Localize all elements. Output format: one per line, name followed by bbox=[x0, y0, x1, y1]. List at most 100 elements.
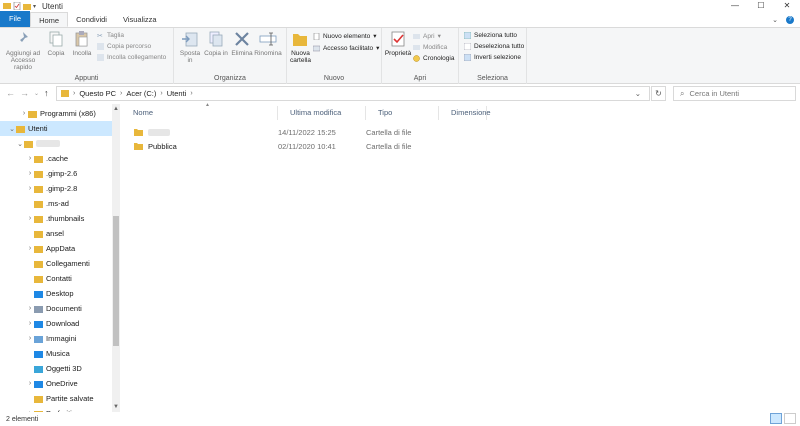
breadcrumb-this-pc[interactable]: Questo PC bbox=[79, 89, 116, 98]
file-row[interactable]: Pubblica 02/11/2020 10:41 Cartella di fi… bbox=[121, 139, 439, 153]
tree-item[interactable]: ansel bbox=[0, 226, 112, 241]
tree-item-label: Immagini bbox=[46, 334, 77, 343]
ribbon-collapse-icon[interactable]: ⌄ bbox=[772, 16, 778, 24]
group-clipboard: Aggiungi ad Accesso rapido Copia Incolla… bbox=[0, 28, 174, 84]
pictures-icon bbox=[34, 335, 43, 343]
tree-item[interactable]: ⌄ Utenti bbox=[0, 121, 112, 136]
select-none-button[interactable]: Deseleziona tutto bbox=[464, 43, 524, 50]
scroll-down-icon[interactable]: ▼ bbox=[112, 404, 120, 410]
tree-item[interactable]: › .gimp-2.6 bbox=[0, 166, 112, 181]
tree-item[interactable]: .ms-ad bbox=[0, 196, 112, 211]
expand-chevron-icon[interactable]: › bbox=[26, 170, 34, 177]
history-icon bbox=[413, 55, 420, 62]
tree-item[interactable]: › Immagini bbox=[0, 331, 112, 346]
select-all-button[interactable]: Seleziona tutto bbox=[464, 32, 524, 39]
cut-button[interactable]: ✂ Taglia bbox=[97, 32, 166, 40]
tab-share[interactable]: Condividi bbox=[68, 12, 115, 27]
search-placeholder: Cerca in Utenti bbox=[689, 89, 740, 98]
expand-chevron-icon[interactable]: › bbox=[26, 380, 34, 387]
expand-chevron-icon[interactable]: › bbox=[26, 155, 34, 162]
sidebar-scrollbar[interactable]: ▲ ▼ bbox=[112, 104, 120, 412]
tree-item[interactable]: › AppData bbox=[0, 241, 112, 256]
tree-item[interactable]: › Download bbox=[0, 316, 112, 331]
tab-view[interactable]: Visualizza bbox=[115, 12, 165, 27]
scroll-up-icon[interactable]: ▲ bbox=[112, 106, 120, 112]
search-icon: ⌕ bbox=[680, 88, 685, 98]
tree-item[interactable]: Musica bbox=[0, 346, 112, 361]
tree-item[interactable]: ⌄ bbox=[0, 136, 112, 151]
back-arrow-icon[interactable]: ← bbox=[6, 88, 15, 100]
breadcrumb-separator-icon[interactable]: › bbox=[120, 90, 122, 97]
invert-selection-button[interactable]: Inverti selezione bbox=[464, 54, 524, 61]
address-bar[interactable]: › Questo PC › Acer (C:) › Utenti › ⌄ bbox=[56, 86, 650, 101]
column-name[interactable]: Nome bbox=[121, 106, 278, 120]
tree-item[interactable]: › OneDrive bbox=[0, 376, 112, 391]
search-input[interactable]: ⌕ Cerca in Utenti bbox=[673, 86, 796, 101]
copy-to-icon bbox=[209, 31, 223, 47]
tree-item[interactable]: › Programmi (x86) bbox=[0, 106, 112, 121]
tab-file[interactable]: File bbox=[0, 11, 31, 27]
help-icon[interactable]: ? bbox=[786, 15, 794, 24]
file-name: Pubblica bbox=[148, 141, 177, 151]
history-label: Cronologia bbox=[423, 55, 455, 62]
large-icons-view-icon[interactable] bbox=[784, 413, 796, 424]
expand-chevron-icon[interactable]: › bbox=[20, 110, 28, 117]
minimize-button[interactable]: — bbox=[722, 0, 748, 12]
tree-item[interactable]: › .gimp-2.8 bbox=[0, 181, 112, 196]
folder-icon bbox=[34, 230, 43, 238]
paste-shortcut-label: Incolla collegamento bbox=[107, 54, 167, 61]
tree-item[interactable]: › .thumbnails bbox=[0, 211, 112, 226]
expand-chevron-icon[interactable]: › bbox=[26, 320, 34, 327]
details-view-icon[interactable] bbox=[770, 413, 782, 424]
address-dropdown-icon[interactable]: ⌄ bbox=[635, 89, 641, 98]
breadcrumb-separator-icon[interactable]: › bbox=[160, 90, 162, 97]
folder-icon bbox=[34, 185, 43, 193]
edit-button[interactable]: Modifica bbox=[413, 44, 454, 51]
history-button[interactable]: Cronologia bbox=[413, 55, 454, 62]
recent-dropdown-icon[interactable]: ⌄ bbox=[34, 88, 39, 100]
column-size[interactable]: Dimensione bbox=[439, 106, 491, 120]
open-button[interactable]: Apri ▾ bbox=[413, 32, 454, 40]
tree-item[interactable]: Oggetti 3D bbox=[0, 361, 112, 376]
expand-chevron-icon[interactable]: › bbox=[26, 305, 34, 312]
blurred-folder-name bbox=[148, 128, 170, 136]
onedrive-icon bbox=[34, 380, 43, 388]
expand-chevron-icon[interactable]: › bbox=[26, 215, 34, 222]
window-title: Utenti bbox=[42, 1, 63, 11]
maximize-button[interactable]: ☐ bbox=[748, 0, 774, 12]
close-button[interactable]: ✕ bbox=[774, 0, 800, 12]
copy-path-button[interactable]: Copia percorso bbox=[97, 43, 166, 50]
easy-access-icon bbox=[312, 45, 320, 51]
properties-icon[interactable] bbox=[13, 2, 21, 10]
expand-chevron-icon[interactable]: › bbox=[26, 335, 34, 342]
tree-item[interactable]: Collegamenti bbox=[0, 256, 112, 271]
new-item-button[interactable]: Nuovo elemento ▾ bbox=[313, 32, 379, 40]
refresh-button[interactable]: ↻ bbox=[651, 86, 666, 101]
tree-item-label: ansel bbox=[46, 229, 64, 238]
easy-access-button[interactable]: Accesso facilitato ▾ bbox=[312, 44, 379, 52]
tree-item[interactable]: › .cache bbox=[0, 151, 112, 166]
tree-item[interactable]: › Documenti bbox=[0, 301, 112, 316]
column-modified[interactable]: Ultima modifica bbox=[278, 106, 366, 120]
scrollbar-thumb[interactable] bbox=[113, 216, 119, 346]
paste-shortcut-button[interactable]: Incolla collegamento bbox=[97, 54, 166, 61]
breadcrumb-drive[interactable]: Acer (C:) bbox=[126, 89, 156, 98]
new-folder-icon[interactable] bbox=[23, 2, 31, 10]
expand-chevron-icon[interactable]: › bbox=[26, 245, 34, 252]
up-arrow-icon[interactable]: ↑ bbox=[44, 88, 49, 100]
expand-chevron-icon[interactable]: ⌄ bbox=[16, 140, 24, 148]
expand-chevron-icon[interactable]: › bbox=[26, 185, 34, 192]
tree-item[interactable]: Desktop bbox=[0, 286, 112, 301]
tree-item[interactable]: Partite salvate bbox=[0, 391, 112, 406]
column-type[interactable]: Tipo bbox=[366, 106, 439, 120]
breadcrumb-separator-icon[interactable]: › bbox=[73, 90, 75, 97]
file-row[interactable]: 14/11/2022 15:25 Cartella di file bbox=[121, 125, 439, 139]
breadcrumb-separator-icon[interactable]: › bbox=[190, 90, 192, 97]
expand-chevron-icon[interactable]: ⌄ bbox=[8, 125, 16, 133]
tab-home[interactable]: Home bbox=[30, 12, 69, 27]
tree-item[interactable]: Contatti bbox=[0, 271, 112, 286]
forward-arrow-icon[interactable]: → bbox=[20, 88, 29, 100]
breadcrumb-users[interactable]: Utenti bbox=[167, 89, 187, 98]
group-clipboard-label: Appunti bbox=[74, 75, 99, 82]
qat-dropdown-icon[interactable]: ▾ bbox=[33, 3, 36, 10]
